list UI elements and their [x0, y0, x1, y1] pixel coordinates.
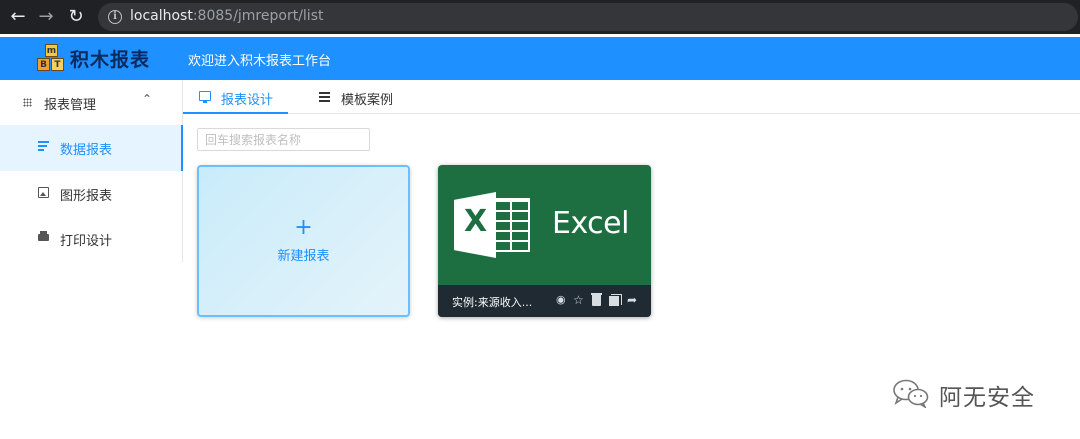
- chevron-up-icon: ⌃: [142, 92, 153, 106]
- welcome-text: 欢迎进入积木报表工作台: [188, 54, 332, 69]
- logo-block-b: B: [37, 58, 50, 71]
- sidebar-group-report-management[interactable]: 报表管理 ⌃: [0, 80, 183, 124]
- tab-bar: 报表设计 模板案例: [183, 80, 1080, 114]
- report-card[interactable]: X Excel 实例:来源收入... ◉ ☆ ➦: [438, 165, 651, 317]
- sidebar-item-label: 图形报表: [60, 189, 113, 204]
- logo-block-t: T: [51, 58, 64, 71]
- sidebar-item-print-design[interactable]: 打印设计: [0, 216, 183, 262]
- plus-icon: +: [294, 215, 313, 240]
- tab-label: 报表设计: [221, 93, 274, 108]
- wechat-icon: [893, 379, 929, 408]
- new-report-label: 新建报表: [277, 249, 330, 264]
- reload-icon[interactable]: ↻: [66, 7, 86, 27]
- new-report-card[interactable]: + 新建报表: [197, 165, 410, 317]
- forward-arrow-icon[interactable]: →: [36, 7, 56, 27]
- eye-icon[interactable]: ◉: [556, 293, 566, 307]
- star-icon[interactable]: ☆: [573, 293, 584, 307]
- tab-report-design[interactable]: 报表设计: [183, 80, 288, 114]
- lines-icon: [38, 141, 49, 152]
- trash-icon[interactable]: [591, 293, 602, 306]
- sidebar-item-data-report[interactable]: 数据报表: [0, 125, 183, 171]
- sliders-icon: [319, 91, 331, 102]
- url-path: :8085/jmreport/list: [192, 8, 324, 24]
- spreadsheet-grid-icon: [496, 198, 530, 252]
- watermark-text: 阿无安全: [939, 385, 1035, 411]
- tab-label: 模板案例: [341, 93, 394, 108]
- sidebar-item-label: 打印设计: [60, 234, 113, 249]
- report-card-footer: 实例:来源收入... ◉ ☆ ➦: [438, 285, 651, 317]
- app-logo-text[interactable]: 积木报表: [70, 45, 150, 72]
- back-arrow-icon[interactable]: ←: [8, 7, 28, 27]
- sidebar: 报表管理 ⌃ 数据报表 图形报表 打印设计: [0, 80, 183, 262]
- monitor-icon: [199, 91, 211, 103]
- site-info-icon[interactable]: i: [108, 10, 122, 24]
- logo-blocks-icon: m B T: [37, 44, 67, 74]
- excel-thumbnail-word: Excel: [552, 206, 629, 241]
- grid-icon: [23, 98, 32, 107]
- logo-block-m: m: [45, 44, 58, 57]
- excel-logo-letter: X: [464, 204, 488, 239]
- sidebar-group-label: 报表管理: [44, 98, 97, 113]
- watermark: 阿无安全: [892, 374, 1052, 414]
- sidebar-item-label: 数据报表: [60, 143, 113, 158]
- report-card-name: 实例:来源收入...: [452, 296, 533, 309]
- printer-icon: [38, 231, 49, 241]
- app-header: [0, 37, 1080, 80]
- url-text[interactable]: localhost:8085/jmreport/list: [130, 8, 323, 24]
- search-input[interactable]: [197, 128, 370, 151]
- tab-template-cases[interactable]: 模板案例: [311, 80, 411, 114]
- url-host: localhost: [130, 8, 193, 24]
- sidebar-item-chart-report[interactable]: 图形报表: [0, 171, 183, 217]
- share-icon[interactable]: ➦: [627, 293, 637, 307]
- copy-icon[interactable]: [609, 294, 622, 306]
- image-icon: [38, 187, 49, 198]
